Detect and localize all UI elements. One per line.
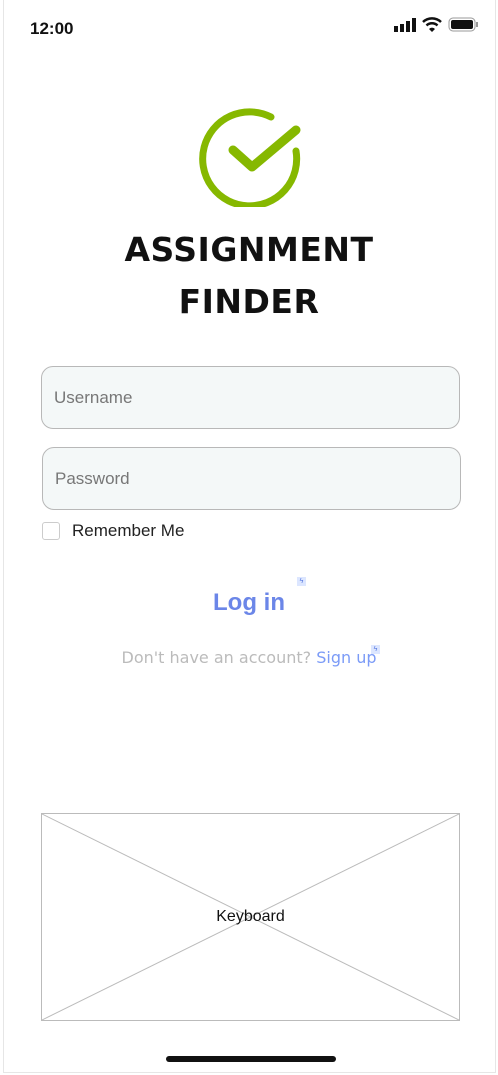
wifi-icon	[422, 17, 442, 32]
bolt-icon: ϟ	[371, 645, 380, 654]
login-label: Log in	[213, 589, 285, 616]
keyboard-label: Keyboard	[216, 908, 285, 925]
username-placeholder: Username	[54, 387, 133, 407]
password-input[interactable]: Password	[42, 447, 461, 510]
app-title-line1: ASSIGNMENT	[124, 230, 374, 269]
signal-icon	[394, 17, 416, 32]
app-title-line2: FINDER	[178, 282, 320, 321]
remember-me[interactable]: Remember Me	[42, 521, 184, 541]
signup-prompt: Don't have an account?	[121, 648, 312, 667]
app-title: ASSIGNMENT FINDER	[0, 224, 498, 328]
bolt-icon: ϟ	[297, 577, 306, 586]
remember-me-checkbox[interactable]	[42, 522, 60, 540]
home-indicator[interactable]	[166, 1056, 336, 1062]
status-icons	[394, 17, 478, 32]
keyboard-placeholder: Keyboard	[41, 813, 460, 1021]
signup-link[interactable]: Sign up	[316, 648, 376, 667]
check-circle-icon	[199, 108, 301, 207]
username-input[interactable]: Username	[41, 366, 460, 429]
status-time: 12:00	[30, 19, 74, 38]
battery-icon	[448, 17, 478, 32]
signup-row: Don't have an account? Sign up	[0, 648, 498, 667]
remember-me-label: Remember Me	[72, 521, 185, 540]
password-placeholder: Password	[55, 468, 130, 488]
login-button[interactable]: Log in	[0, 589, 498, 617]
